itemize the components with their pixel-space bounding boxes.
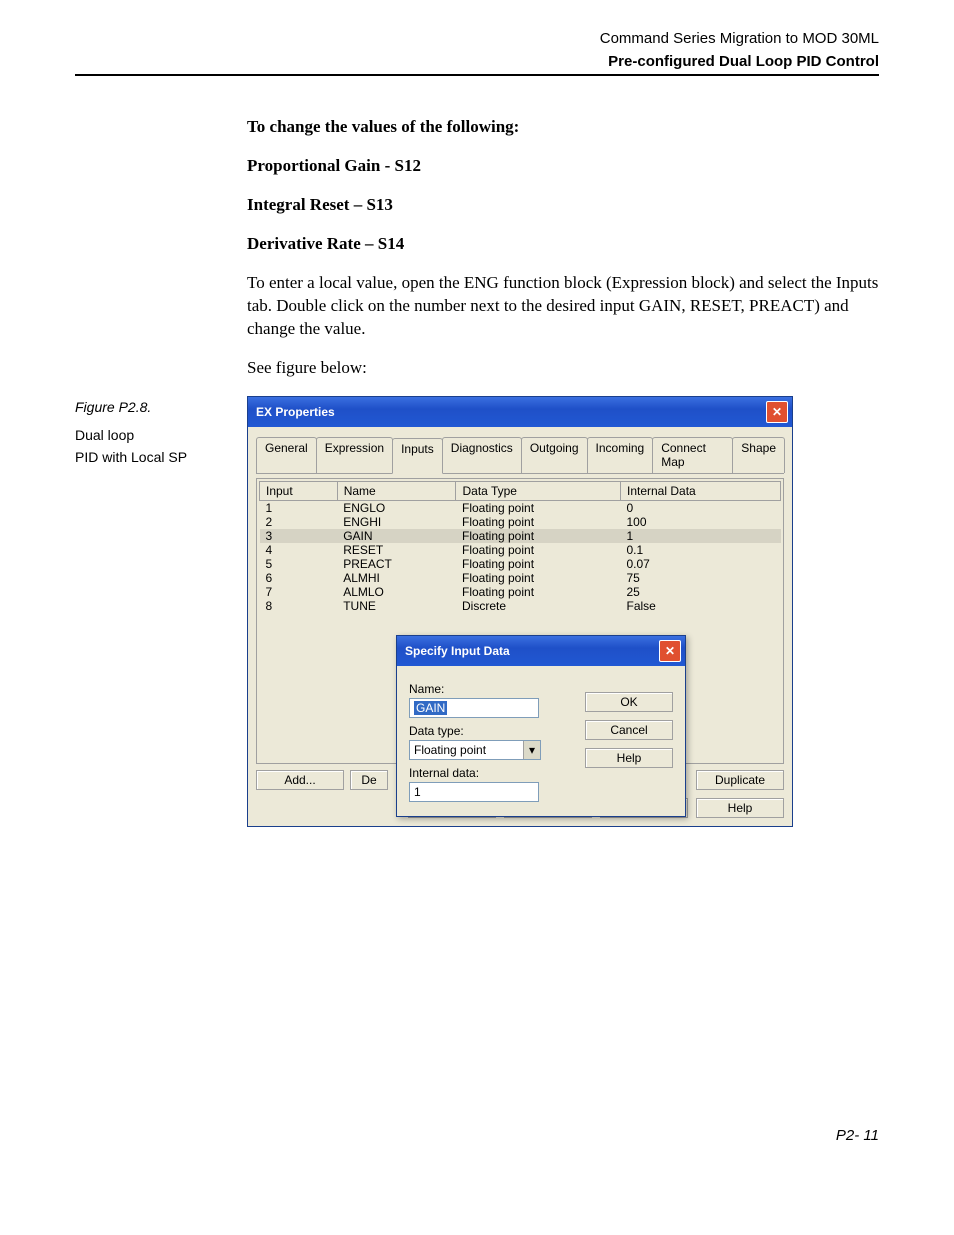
tab-general[interactable]: General — [256, 437, 317, 473]
table-cell: TUNE — [337, 599, 456, 613]
table-cell: Floating point — [456, 515, 621, 529]
table-cell: 8 — [260, 599, 338, 613]
table-row[interactable]: 8TUNEDiscreteFalse — [260, 599, 781, 613]
tab-incoming[interactable]: Incoming — [587, 437, 654, 473]
table-cell: 1 — [260, 500, 338, 515]
close-icon[interactable]: ✕ — [766, 401, 788, 423]
inputs-table: InputNameData TypeInternal Data 1ENGLOFl… — [259, 481, 781, 613]
caption-line-2: PID with Local SP — [75, 446, 205, 468]
tab-connect-map[interactable]: Connect Map — [652, 437, 733, 473]
table-cell: PREACT — [337, 557, 456, 571]
chevron-down-icon[interactable]: ▾ — [523, 741, 540, 759]
col-name[interactable]: Name — [337, 481, 456, 500]
tab-inputs[interactable]: Inputs — [392, 438, 443, 474]
table-row[interactable]: 7ALMLOFloating point25 — [260, 585, 781, 599]
table-cell: ENGLO — [337, 500, 456, 515]
table-cell: 7 — [260, 585, 338, 599]
table-cell: Floating point — [456, 500, 621, 515]
figure-number: Figure P2.8. — [75, 396, 205, 418]
table-row[interactable]: 1ENGLOFloating point0 — [260, 500, 781, 515]
tab-shape[interactable]: Shape — [732, 437, 785, 473]
table-cell: Discrete — [456, 599, 621, 613]
modal-cancel-button[interactable]: Cancel — [585, 720, 673, 740]
col-input[interactable]: Input — [260, 481, 338, 500]
param-line-1: Proportional Gain - S12 — [247, 155, 879, 178]
table-cell: False — [621, 599, 781, 613]
table-row[interactable]: 3GAINFloating point1 — [260, 529, 781, 543]
table-row[interactable]: 6ALMHIFloating point75 — [260, 571, 781, 585]
ex-properties-window: EX Properties ✕ GeneralExpressionInputsD… — [247, 396, 793, 827]
table-cell: 4 — [260, 543, 338, 557]
table-cell: Floating point — [456, 557, 621, 571]
table-row[interactable]: 5PREACTFloating point0.07 — [260, 557, 781, 571]
help-button[interactable]: Help — [696, 798, 784, 818]
table-cell: 1 — [621, 529, 781, 543]
table-cell: Floating point — [456, 543, 621, 557]
table-cell: ENGHI — [337, 515, 456, 529]
add-button[interactable]: Add... — [256, 770, 344, 790]
table-cell: 6 — [260, 571, 338, 585]
instruction-paragraph: To enter a local value, open the ENG fun… — [247, 272, 879, 341]
see-figure: See figure below: — [247, 357, 879, 380]
table-cell: GAIN — [337, 529, 456, 543]
close-icon[interactable]: ✕ — [659, 640, 681, 662]
table-cell: 0.07 — [621, 557, 781, 571]
table-cell: 5 — [260, 557, 338, 571]
modal-help-button[interactable]: Help — [585, 748, 673, 768]
window-title: EX Properties — [256, 405, 335, 419]
name-label: Name: — [409, 682, 573, 696]
data-type-value: Floating point — [410, 741, 523, 759]
page-number: P2- 11 — [75, 1127, 879, 1144]
tab-strip: GeneralExpressionInputsDiagnosticsOutgoi… — [256, 437, 784, 474]
tab-expression[interactable]: Expression — [316, 437, 393, 473]
table-row[interactable]: 4RESETFloating point0.1 — [260, 543, 781, 557]
table-cell: Floating point — [456, 529, 621, 543]
data-type-label: Data type: — [409, 724, 573, 738]
delete-button[interactable]: De — [350, 770, 388, 790]
window-titlebar[interactable]: EX Properties ✕ — [248, 397, 792, 427]
param-line-3: Derivative Rate – S14 — [247, 233, 879, 256]
duplicate-button[interactable]: Duplicate — [696, 770, 784, 790]
tab-diagnostics[interactable]: Diagnostics — [442, 437, 522, 473]
table-cell: ALMLO — [337, 585, 456, 599]
table-cell: ALMHI — [337, 571, 456, 585]
table-cell: Floating point — [456, 571, 621, 585]
figure-caption: Figure P2.8. Dual loop PID with Local SP — [75, 396, 205, 469]
tab-outgoing[interactable]: Outgoing — [521, 437, 588, 473]
table-cell: 3 — [260, 529, 338, 543]
modal-titlebar[interactable]: Specify Input Data ✕ — [397, 636, 685, 666]
section-title: Pre-configured Dual Loop PID Control — [75, 53, 879, 70]
table-cell: Floating point — [456, 585, 621, 599]
table-cell: 25 — [621, 585, 781, 599]
table-cell: 0.1 — [621, 543, 781, 557]
intro-heading: To change the values of the following: — [247, 116, 879, 139]
param-line-2: Integral Reset – S13 — [247, 194, 879, 217]
name-input[interactable]: GAIN — [409, 698, 539, 718]
data-type-select[interactable]: Floating point ▾ — [409, 740, 541, 760]
caption-line-1: Dual loop — [75, 424, 205, 446]
header-rule — [75, 74, 879, 76]
table-row[interactable]: 2ENGHIFloating point100 — [260, 515, 781, 529]
table-cell: RESET — [337, 543, 456, 557]
internal-data-input[interactable]: 1 — [409, 782, 539, 802]
col-data-type[interactable]: Data Type — [456, 481, 621, 500]
internal-data-label: Internal data: — [409, 766, 573, 780]
table-cell: 75 — [621, 571, 781, 585]
modal-ok-button[interactable]: OK — [585, 692, 673, 712]
table-cell: 2 — [260, 515, 338, 529]
col-internal-data[interactable]: Internal Data — [621, 481, 781, 500]
table-cell: 100 — [621, 515, 781, 529]
doc-title: Command Series Migration to MOD 30ML — [75, 30, 879, 47]
table-cell: 0 — [621, 500, 781, 515]
modal-title: Specify Input Data — [405, 644, 510, 658]
specify-input-data-dialog: Specify Input Data ✕ Name: GAIN Data typ… — [396, 635, 686, 817]
